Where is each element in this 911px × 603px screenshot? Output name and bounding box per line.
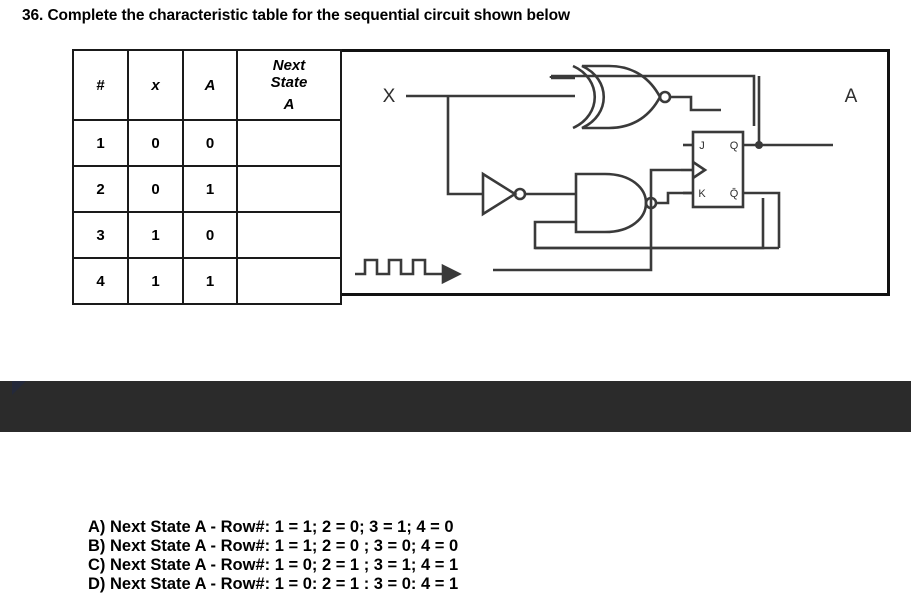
flipflop-q-label: Q: [730, 140, 739, 152]
answer-options-list: A) Next State A - Row#: 1 = 1; 2 = 0; 3 …: [88, 518, 458, 594]
cell-row-number: 4: [72, 257, 129, 305]
wire-xnor-to-j: [670, 95, 721, 112]
table-row: 4 1 1: [72, 257, 342, 305]
input-x-label: X: [383, 86, 396, 107]
cell-x: 1: [127, 257, 184, 305]
cell-a: 1: [182, 257, 238, 305]
flipflop-j-label: J: [699, 140, 705, 152]
output-a-label: A: [845, 86, 858, 107]
answer-option-a[interactable]: A) Next State A - Row#: 1 = 1; 2 = 0; 3 …: [88, 518, 458, 537]
band-notch-decoration: [12, 381, 26, 395]
page-title: 36. Complete the characteristic table fo…: [22, 7, 570, 24]
cell-a: 0: [182, 119, 238, 167]
header-x: x: [127, 49, 184, 121]
header-next-state-a: Next State A: [236, 49, 342, 121]
cell-a: 1: [182, 165, 238, 213]
cell-next-state[interactable]: [236, 211, 342, 259]
answer-option-c[interactable]: C) Next State A - Row#: 1 = 0; 2 = 1 ; 3…: [88, 556, 458, 575]
table-header-row: # x A Next State A: [72, 49, 342, 121]
header-next-state-line3: A: [283, 95, 295, 113]
cell-x: 0: [127, 119, 184, 167]
table-row: 1 0 0: [72, 119, 342, 167]
cell-x: 1: [127, 211, 184, 259]
header-next-state-line2: State: [270, 74, 308, 92]
nand-gate: [574, 172, 648, 234]
header-a: A: [182, 49, 238, 121]
cell-row-number: 3: [72, 211, 129, 259]
wire-clock-to-flipflop: [493, 168, 681, 272]
wire-feedback-q-to-xnor: [551, 74, 756, 126]
characteristic-table: # x A Next State A 1 0 0 2 0 1 3 1 0 4 1…: [72, 49, 342, 305]
inverter-gate: [481, 171, 518, 217]
cell-a: 0: [182, 211, 238, 259]
clock-waveform-icon: [355, 258, 447, 276]
flipflop-qbar-label: Q̄: [730, 187, 739, 200]
wire-x-branch-to-inverter: [446, 96, 483, 196]
cell-next-state[interactable]: [236, 257, 342, 305]
table-row: 2 0 1: [72, 165, 342, 213]
cell-row-number: 1: [72, 119, 129, 167]
cell-x: 0: [127, 165, 184, 213]
sequential-circuit-diagram: X A J Q K Q̄: [355, 64, 858, 285]
cell-next-state[interactable]: [236, 119, 342, 167]
clock-arrow-icon: [441, 263, 462, 285]
answer-option-b[interactable]: B) Next State A - Row#: 1 = 1; 2 = 0 ; 3…: [88, 537, 458, 556]
xnor-output-bubble: [658, 90, 672, 104]
dark-separator-band: [0, 381, 911, 432]
answer-option-d[interactable]: D) Next State A - Row#: 1 = 0: 2 = 1 : 3…: [88, 575, 458, 594]
cell-next-state[interactable]: [236, 165, 342, 213]
flipflop-k-label: K: [698, 188, 706, 200]
table-row: 3 1 0: [72, 211, 342, 259]
wire-qbar-out: [743, 191, 781, 248]
header-row-number: #: [72, 49, 129, 121]
cell-row-number: 2: [72, 165, 129, 213]
header-next-state-line1: Next: [272, 57, 306, 75]
